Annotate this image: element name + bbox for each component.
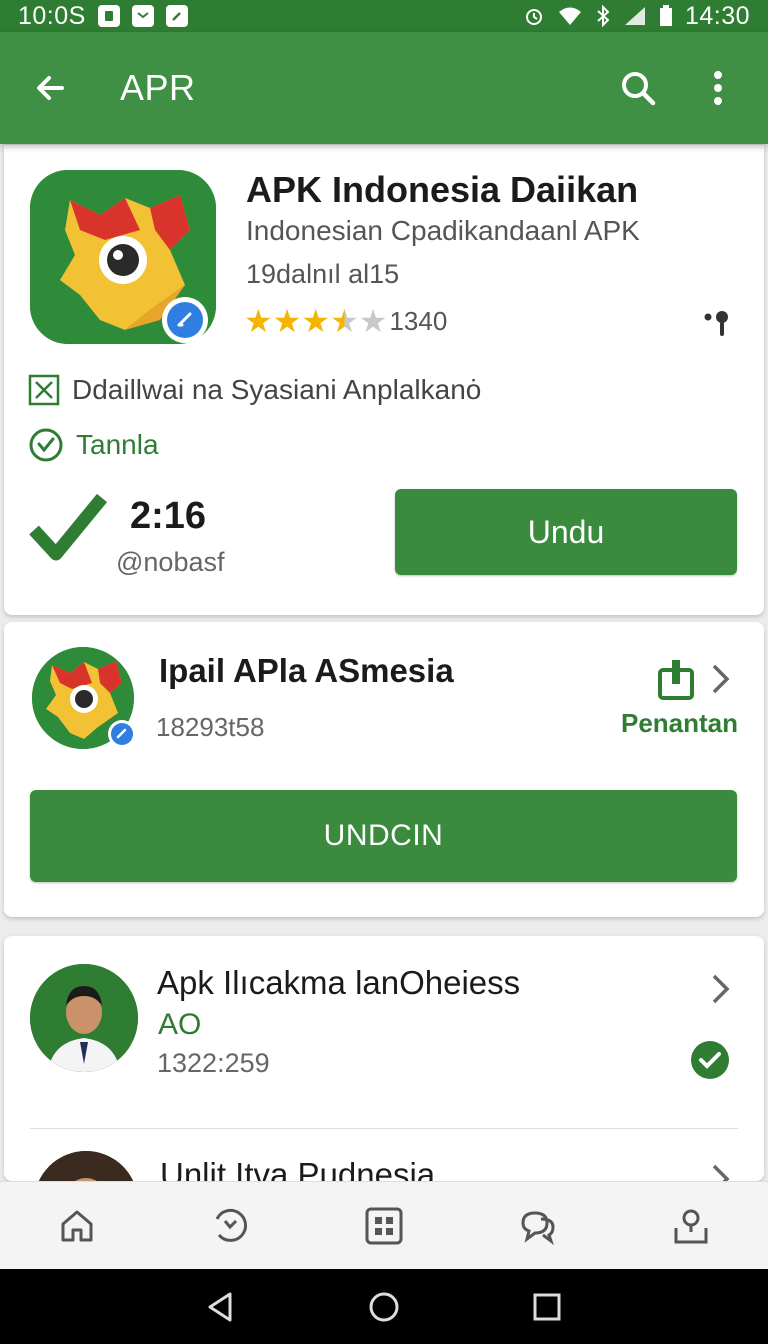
share-button[interactable] xyxy=(702,307,734,344)
message-notification-icon xyxy=(131,5,154,27)
system-back-button[interactable] xyxy=(191,1277,251,1337)
apps-icon xyxy=(365,1207,403,1244)
feature-text-2: Tannla xyxy=(76,429,159,460)
third-app-card[interactable]: Apk Ilıcakma lanOheiess AO 1322:259 Unli… xyxy=(4,936,764,1181)
half-star-icon: ★ xyxy=(330,303,359,339)
fourth-app-title: Unlit Itva Pudnesia xyxy=(160,1156,436,1181)
feature-text-1: Ddaillwai na Syasiani Anplalkanȯ xyxy=(72,374,482,405)
battery-icon xyxy=(659,5,672,26)
verified-badge-icon xyxy=(108,720,136,748)
box-x-icon xyxy=(28,374,60,406)
penantan-link[interactable]: Penantan xyxy=(621,708,738,739)
system-nav-bar xyxy=(0,1269,768,1344)
second-app-meta: 18293t58 xyxy=(156,712,265,742)
undcin-button[interactable]: UNDCIN xyxy=(30,790,737,882)
featured-app-subtitle: Indonesian Cpadikandaanl APK xyxy=(246,215,640,246)
verified-badge-icon xyxy=(162,297,208,343)
feature-row-2: Tannla xyxy=(28,427,159,463)
wifi-icon xyxy=(558,7,581,25)
second-app-card[interactable]: Ipail APla ASmesia 18293t58 Penantan UND… xyxy=(4,622,764,917)
nav-home[interactable] xyxy=(45,1194,109,1258)
status-time-left: 10:0S xyxy=(18,1,86,30)
feature-row-1: Ddaillwai na Syasiani Anplalkanȯ xyxy=(28,374,481,406)
recents-square-icon xyxy=(533,1293,561,1320)
undu-button[interactable]: Undu xyxy=(395,489,737,575)
star-icon: ★ xyxy=(244,303,273,339)
search-icon xyxy=(622,72,656,106)
chevron-right-icon[interactable] xyxy=(708,1162,732,1181)
alarm-icon xyxy=(525,9,542,25)
search-button[interactable] xyxy=(610,60,666,116)
share-button-2[interactable] xyxy=(656,658,696,707)
third-app-title: Apk Ilıcakma lanOheiess xyxy=(157,964,521,1001)
system-home-button[interactable] xyxy=(354,1277,414,1337)
share-dots-icon xyxy=(704,311,728,336)
status-bar: 10:0S 14:30 xyxy=(0,0,768,32)
signal-icon xyxy=(624,7,645,25)
third-app-subtitle: AO xyxy=(158,1008,202,1041)
nav-history[interactable] xyxy=(198,1194,262,1258)
home-circle-icon xyxy=(369,1292,399,1321)
page-title: APR xyxy=(120,67,196,108)
avatar xyxy=(30,964,138,1072)
featured-app-version: 2:16 xyxy=(130,495,207,537)
bluetooth-icon xyxy=(597,5,610,27)
nav-chat[interactable] xyxy=(506,1194,570,1258)
big-check-icon xyxy=(28,490,108,567)
home-icon xyxy=(61,1210,93,1241)
empty-star-icon: ★ xyxy=(358,303,388,339)
chevron-right-icon[interactable] xyxy=(708,972,732,1011)
circle-check-icon xyxy=(29,428,63,462)
app-notification-icon xyxy=(97,5,120,27)
star-icon: ★ xyxy=(272,303,302,339)
back-arrow-icon xyxy=(37,76,64,100)
nav-profile[interactable] xyxy=(659,1194,723,1258)
chat-icon xyxy=(521,1210,555,1245)
status-left: 10:0S xyxy=(18,2,188,31)
rating-count: 1340 xyxy=(389,305,448,336)
third-app-meta: 1322:259 xyxy=(157,1048,270,1078)
status-time-right: 14:30 xyxy=(684,1,750,30)
app-bar: APR xyxy=(0,32,768,144)
status-right: 14:30 xyxy=(523,2,750,31)
more-vert-icon xyxy=(714,71,722,105)
featured-app-developer: @nobasf xyxy=(116,547,225,577)
divider xyxy=(30,1128,738,1129)
featured-app-size: 19dalnıl al15 xyxy=(246,259,400,289)
featured-app-card[interactable]: APK Indonesia Daiikan Indonesian Cpadika… xyxy=(4,145,764,615)
installed-check-icon xyxy=(690,1040,730,1085)
star-icon: ★ xyxy=(301,303,331,339)
rating-stars: ★ ★ ★ ★ ★ 1340 xyxy=(244,305,447,337)
history-icon xyxy=(216,1208,248,1242)
bottom-nav xyxy=(0,1181,768,1269)
avatar xyxy=(34,1151,138,1181)
system-recents-button[interactable] xyxy=(517,1277,577,1337)
featured-app-title: APK Indonesia Daiikan xyxy=(246,169,639,210)
chevron-right-icon[interactable] xyxy=(708,662,732,701)
share-icon xyxy=(658,660,694,700)
more-options-button[interactable] xyxy=(690,60,746,116)
edit-notification-icon xyxy=(165,5,188,27)
back-triangle-icon xyxy=(208,1292,232,1321)
nav-apps[interactable] xyxy=(352,1194,416,1258)
profile-icon xyxy=(674,1209,708,1243)
back-button[interactable] xyxy=(22,60,78,116)
second-app-title: Ipail APla ASmesia xyxy=(159,652,454,689)
